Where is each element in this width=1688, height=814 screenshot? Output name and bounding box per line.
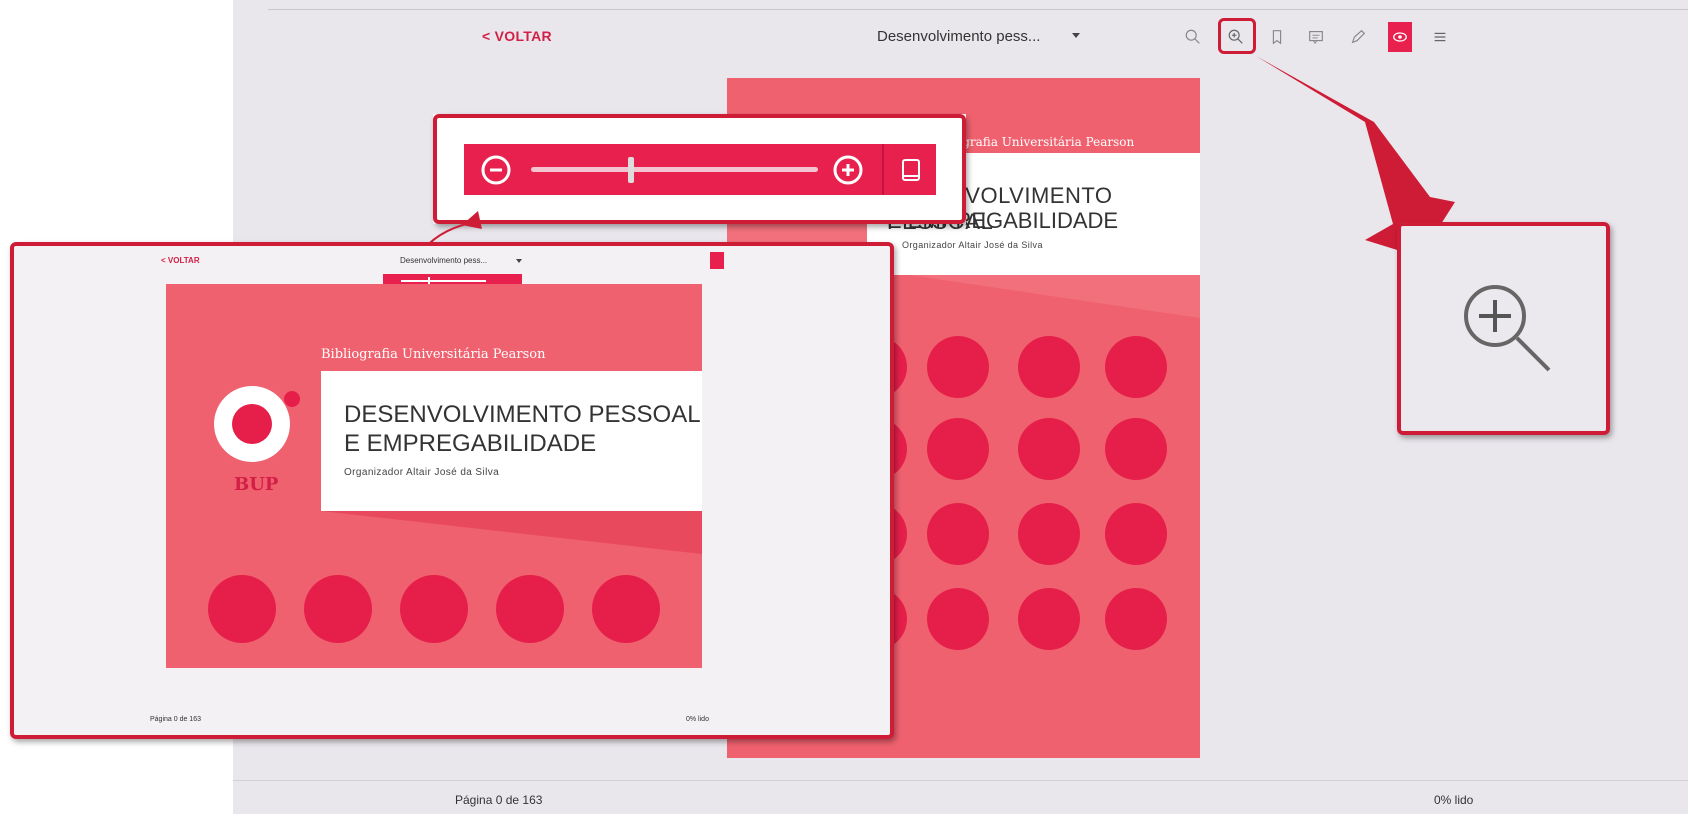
pencil-icon[interactable] [1345, 24, 1371, 50]
footer-divider [233, 780, 1688, 781]
menu-icon[interactable] [1427, 24, 1453, 50]
zoom-icon-highlight [1397, 222, 1610, 435]
alarm-clock-icon [1105, 336, 1167, 398]
flask-icon [927, 503, 989, 565]
comment-icon[interactable] [1303, 24, 1329, 50]
zoom-bar-highlight [433, 114, 966, 224]
gears-icon [1105, 503, 1167, 565]
pie-chart-icon [927, 588, 989, 650]
microscope-icon [1105, 588, 1167, 650]
worker-icon [1018, 588, 1080, 650]
clipboard-icon [927, 336, 989, 398]
compass-icon [1018, 503, 1080, 565]
bookmark-icon[interactable] [1264, 24, 1290, 50]
zoom-highlight-box [1218, 18, 1256, 54]
eye-icon[interactable] [1388, 22, 1412, 52]
search-icon[interactable] [1180, 24, 1206, 50]
document-title[interactable]: Desenvolvimento pess... [877, 28, 1040, 45]
support-agent-icon [1018, 336, 1080, 398]
piggy-bank-icon [927, 418, 989, 480]
book-organizer: Organizador Altair José da Silva [902, 240, 1043, 250]
chevron-down-icon[interactable] [1072, 33, 1080, 38]
back-button[interactable]: < VOLTAR [482, 28, 552, 44]
page-indicator: Página 0 de 163 [455, 793, 543, 807]
reading-progress: 0% lido [1434, 793, 1474, 807]
presentation-icon [1105, 418, 1167, 480]
top-divider [268, 9, 1688, 10]
user-check-icon [1018, 418, 1080, 480]
inset-highlight [10, 242, 894, 739]
